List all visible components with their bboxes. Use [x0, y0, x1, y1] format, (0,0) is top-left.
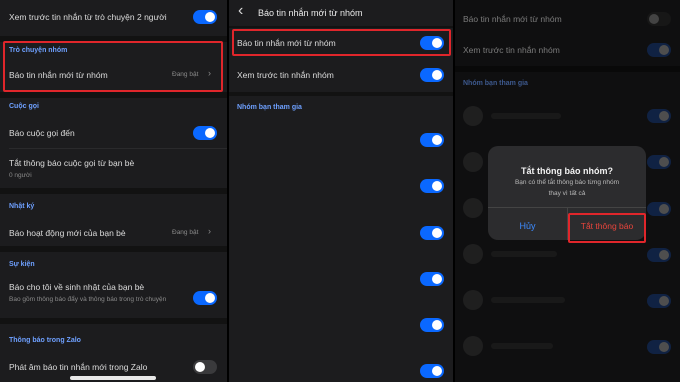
mute-calls-count: 0 người [9, 172, 32, 179]
friends-activity-label[interactable]: Báo hoạt động mới của bạn bè [9, 228, 126, 238]
birthday-toggle[interactable] [193, 291, 217, 305]
home-indicator [70, 376, 156, 380]
chevron-right-icon: › [208, 226, 211, 236]
group-notify-row[interactable] [3, 41, 223, 92]
notification-settings-panel: Xem trước tin nhắn từ trò chuyện 2 người… [0, 0, 227, 382]
group-preview-label: Xem trước tin nhắn nhóm [237, 70, 334, 80]
section-in-app: Thông báo trong Zalo [9, 337, 81, 344]
birthday-label: Báo cho tôi về sinh nhật của bạn bè [9, 282, 145, 292]
group-toggle[interactable] [420, 133, 444, 147]
mute-calls-label[interactable]: Tắt thông báo cuộc gọi từ bạn bè [9, 158, 134, 168]
diary-card [0, 194, 227, 246]
section-diary: Nhật ký [9, 203, 35, 210]
in-app-sound-label: Phát âm báo tin nhắn mới trong Zalo [9, 362, 148, 372]
section-events: Sự kiện [9, 261, 35, 268]
incoming-call-label: Báo cuộc gọi đến [9, 128, 75, 138]
dialog-message-line2: thay vì tất cả [548, 190, 586, 197]
section-joined-groups: Nhóm bạn tham gia [237, 104, 302, 111]
dialog-title: Tắt thông báo nhóm? [521, 166, 613, 176]
in-app-sound-toggle[interactable] [193, 360, 217, 374]
birthday-sub: Bao gồm thông báo đẩy và thông báo trong… [9, 296, 167, 303]
calls-card [0, 98, 227, 188]
group-preview-toggle[interactable] [420, 68, 444, 82]
group-toggle[interactable] [420, 226, 444, 240]
divider [9, 148, 227, 149]
friends-activity-value: Đang bật [172, 229, 199, 236]
group-toggle[interactable] [420, 364, 444, 378]
confirm-dialog-panel: Báo tin nhắn mới từ nhóm Xem trước tin n… [455, 0, 680, 382]
group-toggle[interactable] [420, 272, 444, 286]
preview-1to1-label: Xem trước tin nhắn từ trò chuyện 2 người [9, 12, 167, 22]
dialog-message-line1: Bạn có thể tắt thông báo từng nhóm [514, 179, 620, 186]
page-title: Báo tin nhắn mới từ nhóm [258, 8, 363, 18]
back-icon[interactable]: ‹ [238, 2, 243, 20]
group-toggle[interactable] [420, 318, 444, 332]
group-notify-detail-panel: ‹ Báo tin nhắn mới từ nhóm Báo tin nhắn … [229, 0, 453, 382]
in-app-card [0, 324, 227, 382]
group-toggle[interactable] [420, 179, 444, 193]
preview-1to1-toggle[interactable] [193, 10, 217, 24]
section-calls: Cuộc gọi [9, 103, 39, 110]
cancel-button[interactable]: Hủy [488, 221, 567, 231]
incoming-call-toggle[interactable] [193, 126, 217, 140]
confirm-highlight [568, 213, 646, 243]
group-notify-highlight [232, 29, 451, 56]
